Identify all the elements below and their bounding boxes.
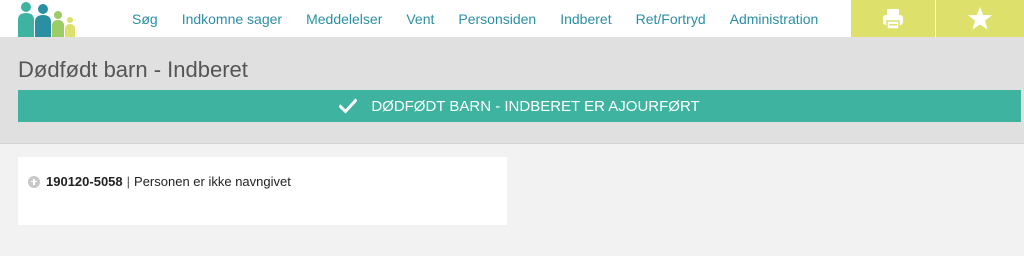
main-menu: Søg Indkomne sager Meddelelser Vent Pers… xyxy=(117,0,830,37)
page-header: Dødfødt barn - Indberet DØDFØDT BARN - I… xyxy=(0,37,1024,144)
nav-item-soeg[interactable]: Søg xyxy=(117,11,170,27)
nav-item-meddelelser[interactable]: Meddelelser xyxy=(294,11,394,27)
cpr-number[interactable]: 190120-5058 xyxy=(46,174,123,189)
print-button[interactable] xyxy=(851,0,935,37)
person-description: Personen er ikke navngivet xyxy=(134,174,291,189)
nav-item-indkomne-sager[interactable]: Indkomne sager xyxy=(170,11,294,27)
person-card: 190120-5058 | Personen er ikke navngivet xyxy=(18,157,507,225)
nav-item-indberet[interactable]: Indberet xyxy=(548,11,623,27)
plus-circle-icon[interactable] xyxy=(28,175,40,188)
success-message: DØDFØDT BARN - INDBERET ER AJOURFØRT xyxy=(371,97,700,115)
person-row: 190120-5058 | Personen er ikke navngivet xyxy=(28,174,291,189)
favorite-button[interactable] xyxy=(936,0,1024,37)
top-navigation: Søg Indkomne sager Meddelelser Vent Pers… xyxy=(0,0,1024,37)
nav-item-vent[interactable]: Vent xyxy=(394,11,446,27)
nav-item-ret-fortryd[interactable]: Ret/Fortryd xyxy=(624,11,718,27)
separator: | xyxy=(126,174,131,189)
family-logo[interactable] xyxy=(14,0,76,37)
page-title: Dødfødt barn - Indberet xyxy=(18,57,248,82)
nav-item-personsiden[interactable]: Personsiden xyxy=(446,11,548,27)
nav-item-administration[interactable]: Administration xyxy=(718,11,831,27)
star-icon xyxy=(968,7,992,30)
checkmark-icon xyxy=(339,98,358,114)
printer-icon xyxy=(883,8,903,30)
success-banner: DØDFØDT BARN - INDBERET ER AJOURFØRT xyxy=(18,90,1021,122)
